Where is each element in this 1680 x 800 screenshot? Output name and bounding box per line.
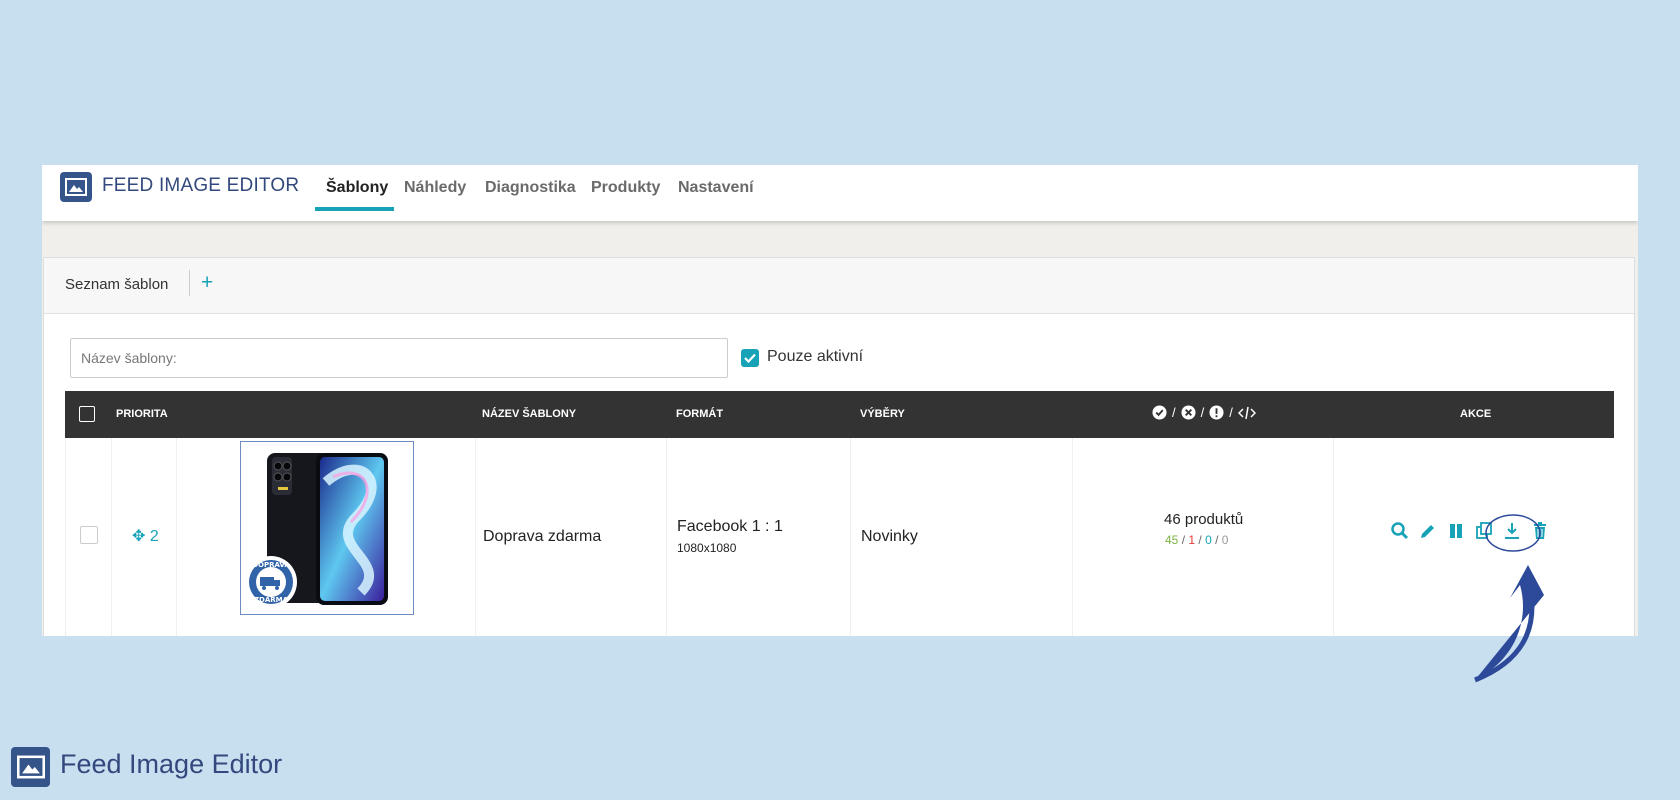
tab-produkty[interactable]: Produkty (591, 179, 660, 197)
table-row[interactable]: ✥ 2 DOPRAVA ZDARMA Doprava zdarma Facebo… (65, 438, 1615, 636)
products-count: 46 produktů (1164, 511, 1244, 528)
active-tab-indicator (315, 207, 394, 211)
code-icon (1237, 406, 1256, 419)
tab-sablony[interactable]: Šablony (326, 179, 388, 197)
panel-header: Seznam šablon + (44, 258, 1634, 314)
x-circle-icon (1181, 405, 1196, 420)
active-only-checkbox[interactable] (741, 349, 759, 367)
stat-ok: 45 (1165, 533, 1179, 547)
select-all-checkbox[interactable] (79, 406, 95, 422)
header-priority: PRIORITA (116, 408, 168, 420)
svg-text:DOPRAVA: DOPRAVA (252, 561, 290, 569)
header-stats: / / / (1152, 405, 1256, 420)
panel-title: Seznam šablon (65, 276, 169, 293)
check-circle-icon (1152, 405, 1167, 420)
divider (189, 270, 190, 296)
top-navbar: FEED IMAGE EDITOR Šablony Náhledy Diagno… (42, 165, 1638, 221)
stat-code: 0 (1221, 533, 1229, 547)
search-icon[interactable] (1390, 521, 1410, 541)
active-only-label: Pouze aktivní (767, 348, 864, 365)
header-selections: VÝBĚRY (860, 408, 905, 420)
template-preview-image[interactable]: DOPRAVA ZDARMA (240, 441, 414, 615)
drag-move-icon[interactable]: ✥ (132, 528, 145, 545)
stat-error: 1 (1188, 533, 1196, 547)
app-window: FEED IMAGE EDITOR Šablony Náhledy Diagno… (42, 165, 1638, 636)
svg-text:ZDARMA: ZDARMA (254, 596, 289, 604)
annotation-circle-arrow (1474, 514, 1544, 683)
table-header: PRIORITA NÁZEV ŠABLONY FORMÁT VÝBĚRY / /… (65, 391, 1614, 438)
tab-nahledy[interactable]: Náhledy (404, 179, 466, 197)
stat-warning: 0 (1205, 533, 1212, 547)
template-name: Doprava zdarma (483, 528, 602, 545)
add-template-button[interactable]: + (201, 271, 213, 295)
header-name: NÁZEV ŠABLONY (482, 408, 577, 420)
format-name: Facebook 1 : 1 (677, 518, 783, 535)
priority-cell[interactable]: ✥ 2 (132, 526, 159, 546)
tab-nastaveni[interactable]: Nastavení (678, 179, 754, 197)
edit-pencil-icon[interactable] (1418, 521, 1438, 541)
app-title: FEED IMAGE EDITOR (102, 175, 300, 196)
format-size: 1080x1080 (677, 541, 737, 555)
exclamation-circle-icon (1209, 405, 1224, 420)
app-logo-icon (60, 172, 92, 202)
template-name-search-input[interactable] (70, 338, 728, 378)
selection-name: Novinky (861, 528, 918, 545)
tab-diagnostika[interactable]: Diagnostika (485, 179, 576, 197)
pause-icon[interactable] (1446, 521, 1466, 541)
priority-value: 2 (149, 528, 159, 545)
row-checkbox[interactable] (80, 526, 98, 544)
footer-logo-icon (11, 747, 50, 787)
templates-panel: Seznam šablon + Pouze aktivní PRIORITA N… (43, 257, 1635, 636)
header-format: FORMÁT (676, 408, 724, 420)
product-stats: 45 / 1 / 0 / 0 (1165, 533, 1229, 547)
header-actions: AKCE (1460, 408, 1492, 420)
footer-title: Feed Image Editor (60, 749, 283, 779)
